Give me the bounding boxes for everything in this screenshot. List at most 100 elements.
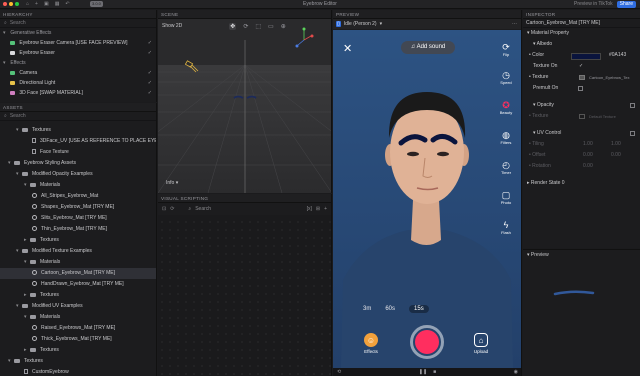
asset-row[interactable]: ▾ Textures	[0, 125, 156, 136]
speed-button[interactable]: ◷ Speed	[498, 70, 514, 85]
asset-row-label: Materials	[40, 259, 61, 265]
scene-viewport[interactable]	[158, 10, 332, 193]
hierarchy-group-effects[interactable]: ▾ Effects	[0, 58, 156, 68]
color-hex-value[interactable]: #0A143	[609, 50, 626, 61]
frame-icon[interactable]: ⊡	[162, 206, 166, 212]
chevron-down-icon[interactable]: ▾	[380, 21, 383, 27]
zoom-icon[interactable]: ⊞	[316, 206, 320, 212]
chevron-down-icon[interactable]: ▾	[3, 58, 9, 68]
section-uv-control[interactable]: ▾ UV Control	[523, 128, 640, 139]
visual-scripting-search-input[interactable]: Search	[195, 206, 211, 212]
info-dropdown[interactable]: Info ▾	[166, 180, 178, 186]
asset-row[interactable]: Raised_Eyebrows_Mat [TRY ME]	[0, 323, 156, 334]
visibility-check-icon[interactable]: ✓	[148, 48, 152, 58]
close-icon[interactable]: ✕	[343, 42, 352, 55]
duration-15s[interactable]: 15s	[409, 305, 429, 313]
chevron-down-icon[interactable]: ▾	[3, 28, 9, 38]
texture-thumbnail[interactable]	[579, 75, 585, 80]
pause-icon[interactable]: ❚❚	[419, 369, 427, 375]
hierarchy-item[interactable]: Directional Light ✓	[0, 78, 156, 88]
add-sound-button[interactable]: ♫ Add sound	[401, 41, 455, 54]
asset-row[interactable]: ▾ Materials	[0, 180, 156, 191]
refresh-icon[interactable]: ⟳	[170, 206, 174, 212]
record-button[interactable]	[410, 325, 444, 359]
beauty-button[interactable]: ✪ Beauty	[498, 100, 514, 115]
asset-row[interactable]: ▸ Textures	[0, 345, 156, 356]
flip-button[interactable]: ⟳ Flip	[498, 42, 514, 57]
asset-row[interactable]: All_Stripes_Eyebrow_Mat	[0, 191, 156, 202]
hierarchy-item[interactable]: Eyebrow Eraser ✓	[0, 48, 156, 58]
rotation-value[interactable]: 0.00	[583, 161, 593, 172]
offset-y[interactable]: 0.00	[611, 150, 621, 161]
flash-button[interactable]: ϟ Flash	[498, 220, 514, 235]
hierarchy-group-generative[interactable]: ▾ Generative Effects	[0, 28, 156, 38]
asset-row[interactable]: CustomEyebrow	[0, 367, 156, 376]
visibility-check-icon[interactable]: ✓	[148, 78, 152, 88]
section-render-state[interactable]: ▸ Render State 0	[523, 178, 640, 189]
asset-row[interactable]: ▾ Textures	[0, 356, 156, 367]
asset-row[interactable]: ▾ Eyebrow Styling Assets	[0, 158, 156, 169]
stop-icon[interactable]: ■	[433, 369, 436, 375]
asset-row[interactable]: Slits_Eyebrow_Mat [TRY ME]	[0, 213, 156, 224]
phone-preview[interactable]: ✕ ♫ Add sound ⟳ Flip ◷ Speed ✪ Beauty ◍ Filt…	[333, 30, 521, 368]
duration-3m[interactable]: 3m	[363, 306, 371, 312]
section-albedo[interactable]: ▾ Albedo	[523, 39, 640, 50]
asset-row[interactable]: ▸ Textures	[0, 235, 156, 246]
more-icon[interactable]: ⋯	[512, 21, 517, 27]
asset-row[interactable]: Shapes_Eyebrow_Mat [TRY ME]	[0, 202, 156, 213]
visibility-check-icon[interactable]: ✓	[148, 38, 152, 48]
asset-row[interactable]: Thin_Eyebrow_Mat [TRY ME]	[0, 224, 156, 235]
reset-icon[interactable]: ⟲	[337, 369, 341, 375]
asset-row[interactable]: ▾ Modified Opacity Examples	[0, 169, 156, 180]
hierarchy-item[interactable]: Eyebrow Eraser Camera [USE FACE PREVIEW]…	[0, 38, 156, 48]
section-opacity[interactable]: ▾ Opacity	[523, 100, 640, 111]
material-preview-header[interactable]: ▾ Preview	[523, 250, 640, 261]
orientation-gizmo[interactable]	[295, 27, 314, 48]
upload-button[interactable]: ⌂ Upload	[468, 333, 494, 354]
asset-row[interactable]: Face Texture	[0, 147, 156, 158]
asset-row[interactable]: ▾ Materials	[0, 257, 156, 268]
record-toggle-icon[interactable]: ◉	[514, 369, 518, 375]
hierarchy-search-input[interactable]: Search	[10, 20, 26, 26]
hierarchy-search[interactable]: ⌕ Search	[0, 19, 156, 28]
timer-button[interactable]: ◴ Timer	[498, 160, 514, 175]
asset-row[interactable]: ▸ Textures	[0, 290, 156, 301]
uv-enable-checkbox[interactable]	[630, 131, 635, 136]
opacity-texture-value[interactable]: Default Texture	[589, 111, 616, 122]
texture-value[interactable]: Cartoon_Eyebrow_Tex	[589, 72, 629, 83]
asset-row[interactable]: ▾ Modified UV Examples	[0, 301, 156, 312]
phone-icon[interactable]: ▯	[336, 21, 341, 27]
assets-search[interactable]: ⌕ Search	[0, 112, 156, 121]
opacity-enable-checkbox[interactable]	[630, 103, 635, 108]
hierarchy-item[interactable]: Camera ✓	[0, 68, 156, 78]
duration-60s[interactable]: 60s	[385, 306, 395, 312]
hierarchy-item[interactable]: 3D Face [SWAP MATERIAL] ✓	[0, 88, 156, 98]
opacity-texture-thumbnail[interactable]	[579, 114, 585, 119]
asset-row[interactable]: ▾ Modified Texture Examples	[0, 246, 156, 257]
preview-mode-dropdown[interactable]: Idle (Person 2)	[344, 21, 377, 27]
asset-row[interactable]: Cartoon_Eyebrow_Mat [TRY ME]	[0, 268, 156, 279]
section-material-property[interactable]: ▾ Material Property	[523, 28, 640, 39]
premult-checkbox[interactable]	[578, 86, 583, 91]
effects-button[interactable]: ☺ Effects	[358, 333, 384, 354]
add-node-icon[interactable]: +	[324, 206, 327, 212]
asset-row[interactable]: Thick_Eyebrows_Mat [TRY ME]	[0, 334, 156, 345]
share-button[interactable]: Share	[616, 1, 636, 8]
photo-button[interactable]: ▢ Photo	[498, 190, 514, 205]
code-icon[interactable]: [x]	[307, 206, 312, 212]
tiling-x[interactable]: 1.00	[583, 139, 593, 150]
filters-button[interactable]: ◍ Filters	[498, 130, 514, 145]
texture-icon	[24, 369, 28, 375]
asset-row[interactable]: HandDrawn_Eyebrow_Mat [TRY ME]	[0, 279, 156, 290]
tiling-y[interactable]: 1.00	[611, 139, 621, 150]
texture-on-checkbox[interactable]: ✓	[579, 61, 583, 72]
offset-x[interactable]: 0.00	[583, 150, 593, 161]
visibility-check-icon[interactable]: ✓	[148, 68, 152, 78]
asset-row[interactable]: ▾ Materials	[0, 312, 156, 323]
assets-search-input[interactable]: Search	[10, 113, 26, 119]
inspector-object-name[interactable]: Cartoon_Eyebrow_Mat [TRY ME]	[523, 19, 640, 28]
preview-in-tiktok-link[interactable]: Preview in TikTok	[574, 1, 613, 8]
asset-row[interactable]: 3DFace_UV [USE AS REFERENCE TO PLACE EYE…	[0, 136, 156, 147]
visual-scripting-panel[interactable]: VISUAL SCRIPTING ⊡ ⟳ ⌕ Search [x] ⊞ +	[158, 194, 332, 376]
visibility-check-icon[interactable]: ✓	[148, 88, 152, 98]
